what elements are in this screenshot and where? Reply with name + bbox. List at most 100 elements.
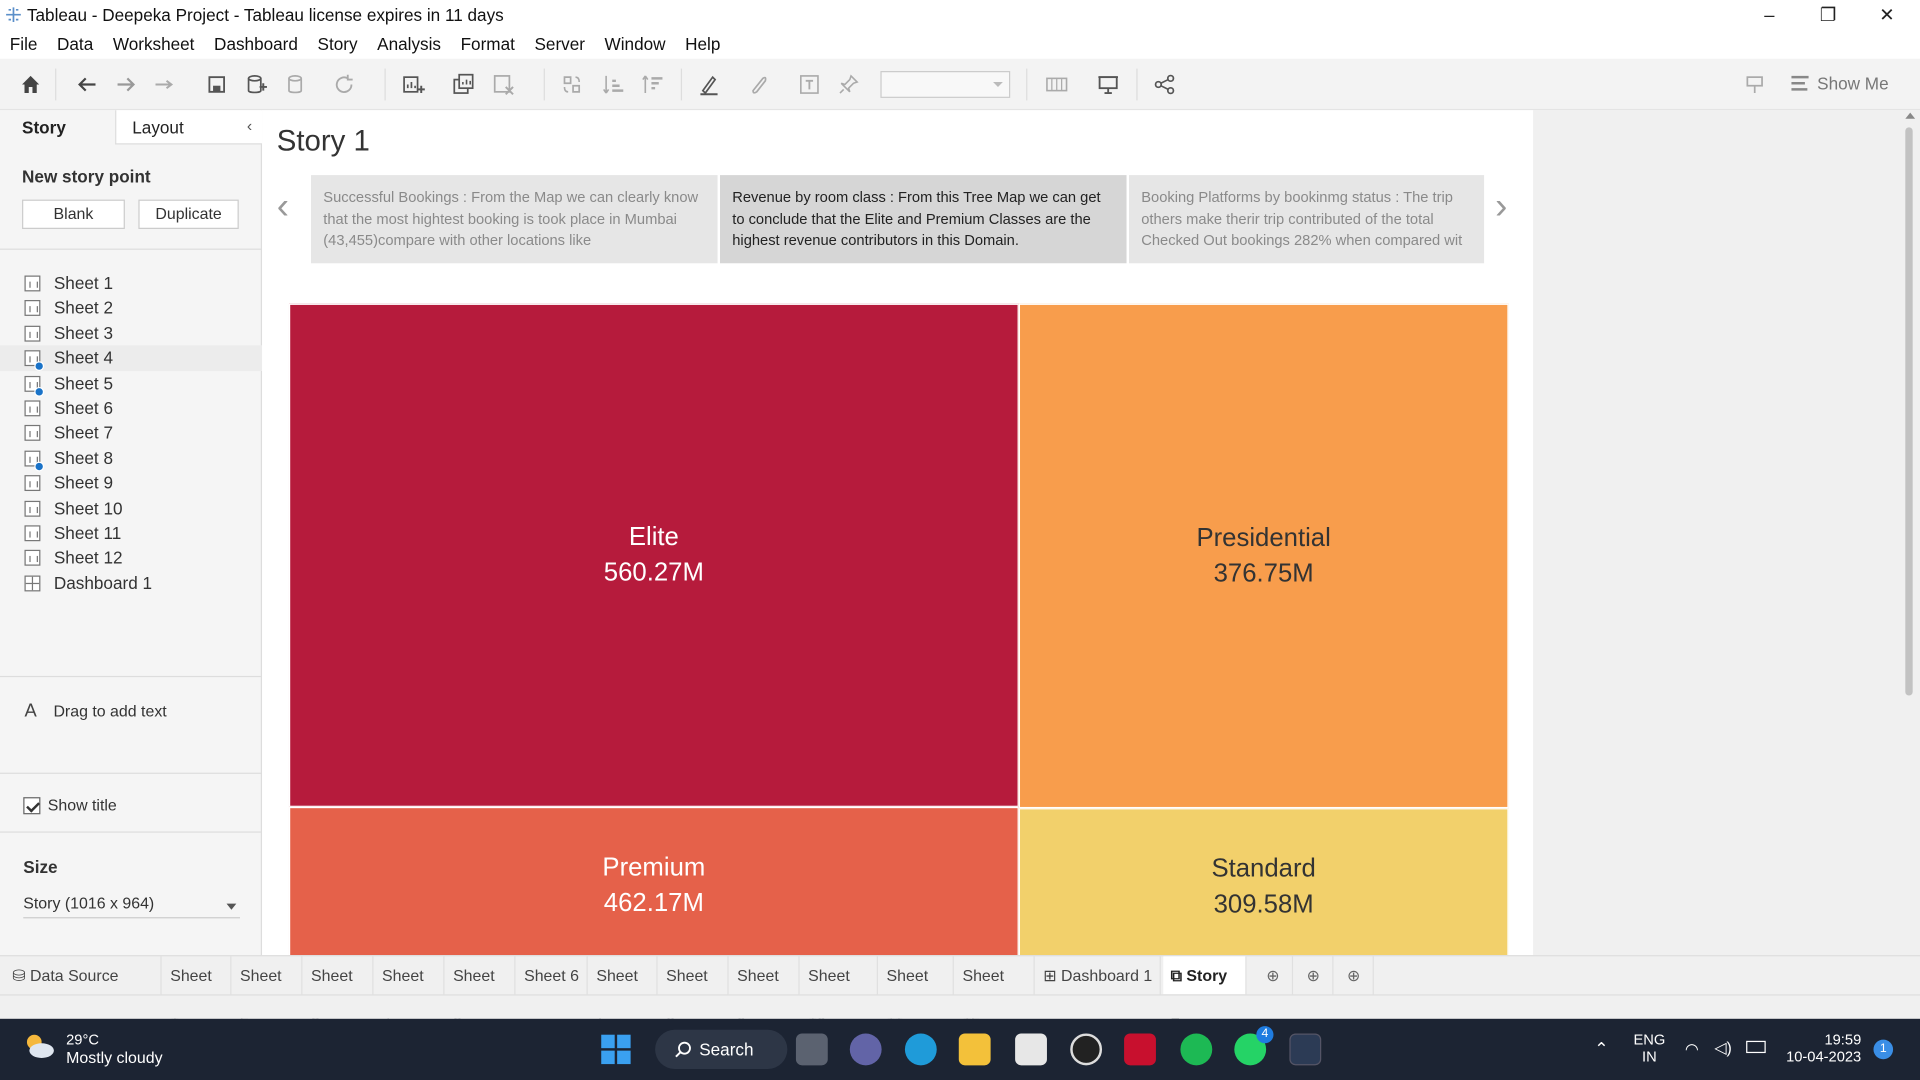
battery-icon[interactable] [1746, 1040, 1766, 1054]
menu-data[interactable]: Data [57, 29, 103, 58]
dell-icon[interactable] [1070, 1033, 1103, 1066]
taskbar-search[interactable]: Search [655, 1029, 788, 1069]
sheet-list-item[interactable]: Sheet 1 [0, 271, 262, 296]
bottom-tab[interactable]: ⛁ Data Source [5, 956, 162, 996]
tab-layout[interactable]: Layout ‹ [115, 110, 263, 145]
sheet-list-item[interactable]: Sheet 10 [0, 495, 262, 520]
menu-server[interactable]: Server [534, 29, 594, 58]
treemap-tile-presidential[interactable]: Presidential 376.75M [1018, 303, 1509, 808]
menu-file[interactable]: File [10, 29, 47, 58]
bottom-tab[interactable]: Sheet 3 [304, 956, 374, 1024]
group-members-icon[interactable] [744, 71, 771, 98]
bottom-tab[interactable]: Sheet 9 [730, 956, 800, 1024]
fix-axes-icon[interactable] [835, 71, 862, 98]
menu-worksheet[interactable]: Worksheet [113, 29, 204, 58]
show-cards-icon[interactable] [1043, 71, 1070, 98]
bottom-tab[interactable]: Sheet 10 [801, 956, 878, 1024]
bottom-tab[interactable]: Sheet 5 [446, 956, 516, 1024]
weather-widget[interactable]: 29°C Mostly cloudy [22, 1031, 163, 1067]
clear-sheet-icon[interactable] [490, 71, 517, 98]
sheet-list-item[interactable]: Sheet 8 [0, 445, 262, 472]
share-icon[interactable] [1151, 71, 1178, 98]
file-explorer-icon[interactable] [958, 1033, 991, 1066]
microsoft-store-icon[interactable] [1015, 1033, 1047, 1066]
sort-descending-icon[interactable] [639, 71, 666, 98]
tableau-taskbar-icon[interactable] [1289, 1033, 1322, 1066]
bottom-tab[interactable]: Sheet 1 [163, 956, 232, 1024]
whatsapp-icon[interactable]: 4 [1234, 1026, 1274, 1066]
next-story-point-icon[interactable]: › [1495, 186, 1507, 228]
redirect-icon[interactable] [152, 71, 179, 98]
new-story-tab-icon[interactable]: ⊕ [1335, 956, 1374, 996]
highlight-icon[interactable] [696, 71, 723, 98]
bottom-tab[interactable]: Sheet 12 [955, 956, 1035, 1024]
mcafee-icon[interactable] [1124, 1033, 1156, 1066]
duplicate-sheet-icon[interactable] [451, 71, 478, 98]
previous-story-point-icon[interactable]: ‹ [277, 186, 289, 228]
swap-rows-columns-icon[interactable] [558, 71, 585, 98]
fit-dropdown[interactable] [880, 71, 1011, 98]
show-title-checkbox[interactable]: Show title [23, 796, 117, 814]
edge-icon[interactable] [904, 1033, 937, 1066]
story-point-2[interactable]: Revenue by room class : From this Tree M… [720, 175, 1127, 264]
bottom-tab[interactable]: Sheet 4 [375, 956, 445, 1024]
teams-icon[interactable] [849, 1033, 882, 1066]
start-icon[interactable] [600, 1033, 632, 1065]
bottom-tab[interactable]: ⧉ Story 1 [1163, 956, 1247, 1024]
sheet-list-item[interactable]: Sheet 12 [0, 545, 262, 570]
notification-badge[interactable]: 1 [1873, 1039, 1894, 1060]
bottom-tab[interactable]: Sheet 8 [659, 956, 729, 1024]
clock[interactable]: 19:59 10-04-2023 [1785, 1031, 1861, 1065]
sheet-list-item[interactable]: Sheet 4 [0, 345, 263, 372]
bottom-tab[interactable]: Sheet 7 [589, 956, 658, 1024]
collapse-pane-icon[interactable]: ‹ [247, 116, 252, 134]
tab-story[interactable]: Story [0, 110, 116, 145]
menu-format[interactable]: Format [461, 29, 525, 58]
treemap-tile-standard[interactable]: Standard 309.58M [1018, 807, 1509, 956]
sheet-list-item[interactable]: Sheet 9 [0, 470, 262, 495]
blank-button[interactable]: Blank [22, 199, 125, 229]
new-worksheet-icon[interactable] [399, 71, 426, 98]
sheet-list-item[interactable]: Sheet 2 [0, 296, 262, 321]
new-worksheet-tab-icon[interactable]: ⊕ [1254, 956, 1294, 996]
bottom-tab[interactable]: Sheet 11 [879, 956, 954, 1024]
show-hidden-icons-icon[interactable]: ⌃ [1594, 1038, 1608, 1059]
story-point-1[interactable]: Successful Bookings : From the Map we ca… [311, 175, 718, 264]
presentation-pin-icon[interactable] [1741, 71, 1768, 98]
bottom-tab[interactable]: Sheet 2 [233, 956, 303, 1024]
show-mark-labels-icon[interactable] [796, 71, 823, 98]
dashboard-list-item[interactable]: Dashboard 1 [0, 570, 262, 595]
size-dropdown[interactable]: Story (1016 x 964) [23, 894, 241, 919]
presentation-mode-icon[interactable] [1095, 71, 1122, 98]
sheet-list-item[interactable]: Sheet 11 [0, 520, 262, 545]
task-view-icon[interactable] [795, 1033, 828, 1066]
maximize-button[interactable]: ❐ [1800, 0, 1856, 29]
vertical-scrollbar[interactable] [1900, 110, 1920, 956]
spotify-icon[interactable] [1180, 1033, 1213, 1066]
treemap-tile-premium[interactable]: Premium 462.17M [288, 806, 1019, 956]
home-icon[interactable] [17, 71, 44, 98]
undo-icon[interactable] [73, 71, 100, 98]
close-button[interactable]: ✕ [1859, 0, 1915, 29]
refresh-icon[interactable] [331, 71, 358, 98]
sheet-list-item[interactable]: Sheet 7 [0, 420, 262, 445]
save-icon[interactable] [203, 71, 230, 98]
treemap-tile-elite[interactable]: Elite 560.27M [288, 303, 1019, 807]
redo-icon[interactable] [113, 71, 140, 98]
sheet-list-item[interactable]: Sheet 5 [0, 370, 262, 397]
sheet-list-item[interactable]: Sheet 3 [0, 321, 262, 346]
sort-ascending-icon[interactable] [600, 71, 627, 98]
menu-window[interactable]: Window [605, 29, 676, 58]
duplicate-button[interactable]: Duplicate [138, 199, 239, 229]
story-point-3[interactable]: Booking Platforms by bookinmg status : T… [1128, 175, 1485, 264]
show-me-button[interactable]: Show Me [1790, 73, 1889, 93]
volume-icon[interactable]: ◁) [1714, 1038, 1732, 1058]
scroll-up-icon[interactable] [1905, 112, 1916, 119]
pause-updates-icon[interactable] [282, 71, 309, 98]
minimize-button[interactable]: – [1741, 0, 1797, 29]
menu-analysis[interactable]: Analysis [377, 29, 451, 58]
menu-story[interactable]: Story [318, 29, 368, 58]
menu-help[interactable]: Help [685, 29, 730, 58]
menu-dashboard[interactable]: Dashboard [214, 29, 308, 58]
bottom-tab[interactable]: ⊞ Dashboard 1 [1036, 956, 1161, 996]
